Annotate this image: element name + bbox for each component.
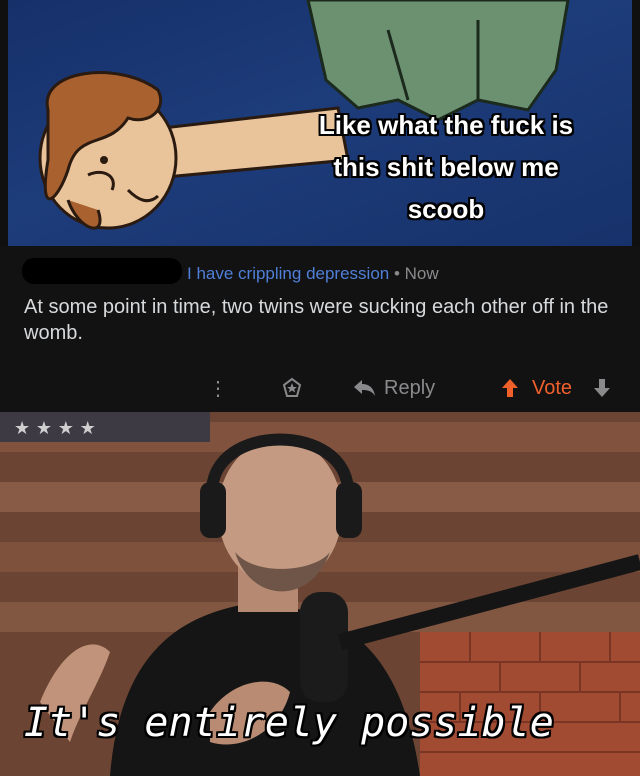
redacted-avatar xyxy=(22,258,182,284)
reply-arrow-icon xyxy=(354,380,375,396)
award-icon[interactable] xyxy=(280,368,304,408)
more-icon-glyph: ⋮ xyxy=(208,377,228,400)
reply-label: Reply xyxy=(384,376,436,399)
comment-action-bar: ⋮ Reply Vote xyxy=(0,368,640,408)
svg-text:★ ★ ★ ★: ★ ★ ★ ★ xyxy=(14,418,96,439)
comment-body: At some point in time, two twins were su… xyxy=(24,296,609,344)
comment-username[interactable]: I have crippling depression xyxy=(187,264,389,283)
reply-button[interactable]: Reply xyxy=(352,368,435,408)
comment-timestamp: Now xyxy=(404,264,439,283)
downvote-arrow-glyph xyxy=(594,379,610,397)
bottom-meme-caption: It's entirely possible xyxy=(24,700,554,746)
meta-separator: • xyxy=(389,264,405,283)
top-meme-caption: Like what the fuck is this shit below me… xyxy=(318,110,574,224)
vote-label: Vote xyxy=(532,376,573,399)
award-icon-glyph xyxy=(282,377,302,397)
downvote-icon[interactable] xyxy=(592,368,612,408)
top-meme-image: Like what the fuck is this shit below me… xyxy=(8,0,632,246)
upvote-arrow-glyph xyxy=(502,379,518,397)
upvote-icon[interactable] xyxy=(500,368,520,408)
comment-meta: I have crippling depression • Now xyxy=(187,264,439,284)
more-options-icon[interactable]: ⋮ xyxy=(208,368,228,408)
